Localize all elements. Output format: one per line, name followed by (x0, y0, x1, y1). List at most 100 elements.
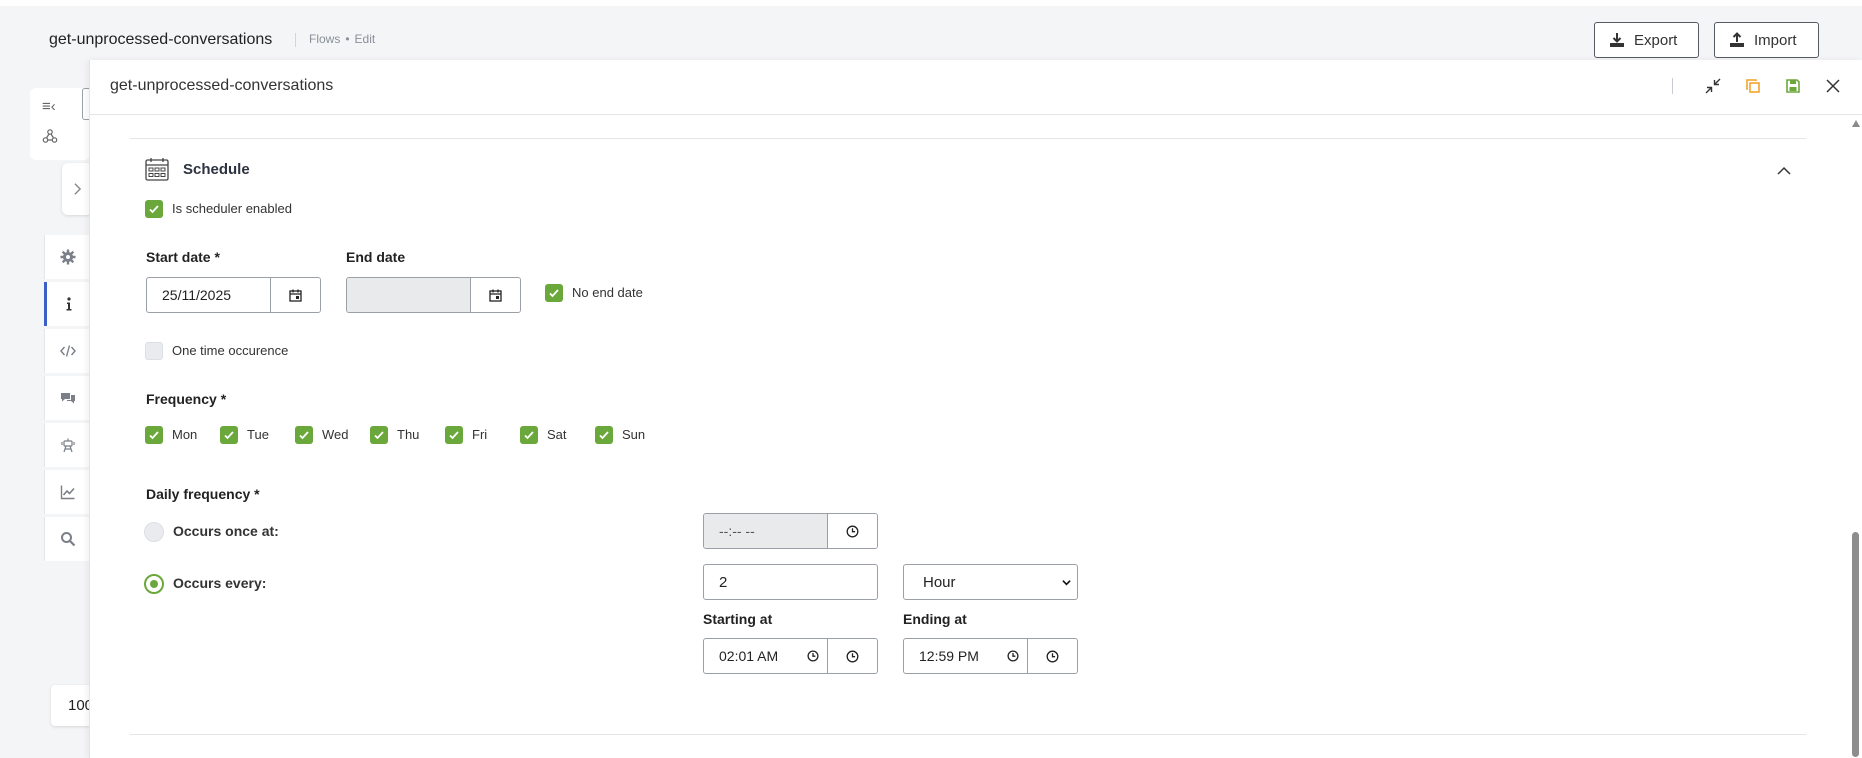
occurs-once-time-field[interactable]: --:-- -- (703, 513, 878, 549)
breadcrumb-flows[interactable]: Flows (309, 32, 340, 46)
starting-at-time-button[interactable] (827, 639, 877, 673)
day-checkbox-tue[interactable] (220, 426, 238, 444)
occurs-once-radio[interactable] (144, 522, 164, 542)
day-label-sat: Sat (547, 427, 567, 442)
clock-icon[interactable] (807, 650, 819, 662)
clock-icon[interactable] (1007, 650, 1019, 662)
checkmark-icon (599, 431, 609, 440)
panel-header: get-unprocessed-conversations (90, 60, 1862, 115)
day-checkbox-thu[interactable] (370, 426, 388, 444)
minimize-icon (1705, 78, 1721, 94)
day-label-fri: Fri (472, 427, 488, 442)
start-date-value[interactable]: 25/11/2025 (147, 278, 270, 312)
scheduler-enabled-label: Is scheduler enabled (172, 201, 292, 216)
checkmark-icon (524, 431, 534, 440)
copy-button[interactable] (1743, 76, 1763, 96)
sidebar-item-settings[interactable] (44, 235, 90, 279)
app-title: get-unprocessed-conversations (49, 31, 273, 48)
clock-icon (846, 525, 859, 537)
schedule-title: Schedule (183, 160, 250, 178)
chevron-up-icon[interactable] (1776, 163, 1792, 179)
clock-icon (1046, 650, 1059, 662)
occurs-every-label: Occurs every: (173, 575, 267, 591)
interval-unit-select[interactable]: Hour (903, 564, 1078, 600)
day-label-sun: Sun (622, 427, 646, 442)
end-date-picker-button[interactable] (470, 278, 520, 312)
sidebar-item-chat[interactable] (44, 376, 90, 420)
start-date-picker-button[interactable] (270, 278, 320, 312)
close-icon (1826, 79, 1840, 93)
no-end-date-checkbox[interactable] (545, 284, 563, 302)
occurs-once-label: Occurs once at: (173, 523, 279, 539)
sidebar-item-analytics[interactable] (44, 470, 90, 514)
day-checkbox-mon[interactable] (145, 426, 163, 444)
ending-at-field[interactable]: 12:59 PM (903, 638, 1078, 674)
sidebar-item-info[interactable] (44, 282, 90, 326)
day-checkbox-wed[interactable] (295, 426, 313, 444)
checkmark-icon (149, 205, 159, 214)
info-icon (66, 297, 71, 311)
frequency-label: Frequency * (146, 391, 227, 407)
scroll-up-arrow-icon[interactable] (1852, 120, 1860, 127)
import-button[interactable]: Import (1714, 22, 1819, 58)
chevron-right-icon (73, 183, 81, 195)
scrollbar-thumb[interactable] (1852, 532, 1859, 757)
ending-at-value[interactable]: 12:59 PM (904, 639, 1007, 673)
occurs-once-time-value[interactable]: --:-- -- (704, 514, 827, 548)
clock-icon (846, 650, 859, 662)
expand-sidebar-button[interactable] (62, 163, 92, 215)
export-button[interactable]: Export (1594, 22, 1699, 58)
download-icon (1610, 33, 1624, 47)
collapse-menu-icon[interactable]: ≡‹ (42, 98, 56, 115)
copy-icon (1746, 79, 1760, 93)
chevron-down-icon (1062, 580, 1071, 586)
sidebar-item-search[interactable] (44, 517, 90, 561)
panel-actions-divider (1672, 78, 1673, 94)
calendar-icon (489, 289, 502, 302)
top-bar: get-unprocessed-conversations Flows • Edit… (0, 0, 1862, 66)
robot-icon (60, 438, 75, 453)
day-checkbox-fri[interactable] (445, 426, 463, 444)
day-label-mon: Mon (172, 427, 198, 442)
daily-frequency-label: Daily frequency * (146, 486, 260, 502)
sidebar-item-code[interactable] (44, 329, 90, 373)
starting-at-label: Starting at (703, 611, 773, 627)
code-icon (59, 345, 76, 357)
checkmark-icon (549, 289, 559, 298)
day-label-wed: Wed (322, 427, 349, 442)
day-checkbox-sun[interactable] (595, 426, 613, 444)
one-time-label: One time occurence (172, 343, 289, 358)
starting-at-value[interactable]: 02:01 AM (704, 639, 807, 673)
schedule-section: Schedule Is scheduler enabled Start date… (130, 138, 1806, 735)
minimize-button[interactable] (1703, 76, 1723, 96)
gear-icon (60, 249, 75, 265)
panel-actions (1672, 76, 1862, 96)
upload-icon (1730, 32, 1744, 47)
network-icon[interactable] (42, 128, 58, 148)
starting-at-field[interactable]: 02:01 AM (703, 638, 878, 674)
occurs-once-time-button[interactable] (827, 514, 877, 548)
end-date-label: End date (346, 249, 406, 265)
interval-unit-value: Hour (923, 573, 956, 591)
rail-top-panel: ≡‹ (30, 88, 90, 160)
ending-at-time-button[interactable] (1027, 639, 1077, 673)
save-button[interactable] (1783, 76, 1803, 96)
checkmark-icon (299, 431, 309, 440)
start-date-label: Start date * (146, 249, 220, 265)
occurs-every-input[interactable]: 2 (703, 564, 878, 600)
export-label: Export (1634, 31, 1678, 49)
one-time-checkbox[interactable] (145, 342, 163, 360)
scheduler-enabled-checkbox[interactable] (145, 200, 163, 218)
occurs-every-radio[interactable] (144, 574, 164, 594)
close-button[interactable] (1823, 76, 1843, 96)
breadcrumb: Flows • Edit (294, 32, 376, 47)
sidebar-item-robot[interactable] (44, 423, 90, 467)
end-date-value[interactable] (347, 278, 470, 312)
chat-icon (60, 393, 75, 404)
calendar-icon (145, 158, 169, 181)
checkmark-icon (449, 431, 459, 440)
schedule-section-header[interactable]: Schedule (145, 157, 250, 181)
end-date-field[interactable] (346, 277, 521, 313)
day-checkbox-sat[interactable] (520, 426, 538, 444)
start-date-field[interactable]: 25/11/2025 (146, 277, 321, 313)
